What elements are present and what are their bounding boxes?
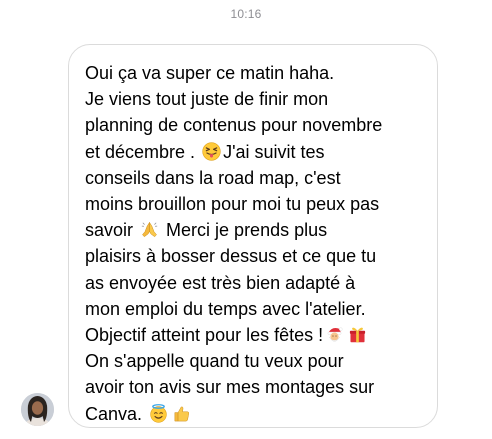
message-line: et décembre . J'ai suivit tes [85,141,325,162]
message-line: conseils dans la road map, c'est [85,167,341,188]
thumbs-up-emoji [174,406,190,421]
message-line: savoir Merci je prends plus [85,220,328,241]
message-line: On s'appelle quand tu veux pour [85,351,344,372]
message-line: Je viens tout juste de finir mon [85,89,329,110]
avatar-photo [21,393,54,426]
message-line: plaisirs à bosser dessus et ce que tu [85,246,377,267]
squinting-tongue-emoji [202,141,221,161]
message-line: Canva. [85,401,421,427]
folded-hands-emoji [141,221,158,238]
gift-emoji [350,327,366,343]
message-line: mon emploi du temps avec l'atelier. [85,298,366,319]
sender-avatar[interactable] [21,393,54,426]
message-line: planning de contenus pour novembre [85,115,383,136]
message-line: moins brouillon pour moi tu peux pas [85,194,380,215]
santa-emoji [327,327,343,342]
message-line: avoir ton avis sur mes montages sur [85,377,375,398]
message-timestamp: 10:16 [230,7,262,21]
message-bubble[interactable]: Oui ça va super ce matin haha. Je viens … [68,44,438,428]
message-line: Objectif atteint pour les fêtes ! [85,322,421,348]
message-line: as envoyée est très bien adapté à [85,272,356,293]
halo-smile-emoji [150,403,167,423]
message-line: Oui ça va super ce matin haha. [85,63,335,83]
